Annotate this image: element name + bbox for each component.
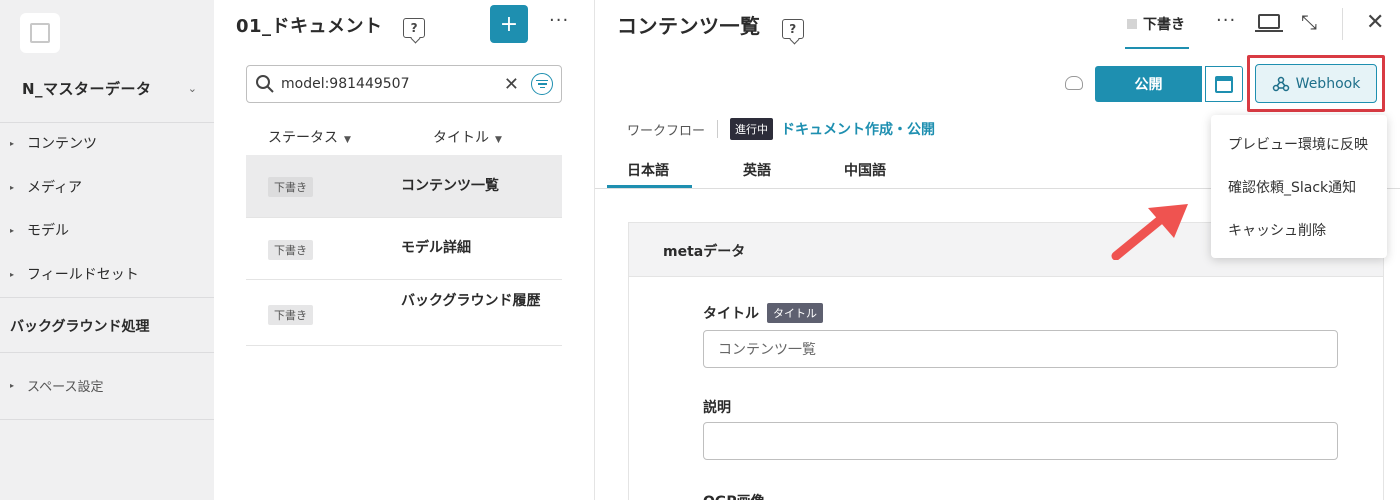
field-label: タイトル [703, 306, 759, 322]
menu-item-slack-notify[interactable]: 確認依頼_Slack通知 [1228, 177, 1356, 197]
chevron-down-icon: ⌄ [187, 81, 197, 95]
tab-japanese[interactable]: 日本語 [627, 160, 669, 180]
sort-down-icon: ▼ [495, 135, 502, 145]
expand-icon[interactable]: ⤡ [1301, 10, 1317, 34]
column-label: タイトル [433, 130, 489, 146]
row-title: バックグラウンド履歴 [401, 293, 541, 309]
divider [1342, 8, 1343, 40]
field-label: 説明 [703, 400, 731, 416]
annotation-arrow-icon [1111, 204, 1188, 260]
tab-chinese[interactable]: 中国語 [844, 160, 886, 180]
table-row[interactable]: 下書き モデル詳細 [246, 218, 562, 280]
more-options-icon[interactable]: ··· [1216, 10, 1236, 31]
divider [0, 352, 214, 353]
sidebar-item-background-processing[interactable]: バックグラウンド処理 [10, 316, 149, 336]
sidebar-item-label: スペース設定 [27, 379, 104, 395]
search-input[interactable]: model:981449507 ✕ [246, 65, 562, 103]
space-logo-icon[interactable] [20, 13, 60, 53]
sort-down-icon: ▼ [344, 135, 351, 145]
field-label: OGP画像 [703, 491, 765, 500]
sidebar-item-label: モデル [27, 223, 69, 239]
add-content-button[interactable]: + [490, 5, 528, 43]
sidebar-item-space-settings[interactable]: ▸ スペース設定 [10, 375, 103, 395]
divider [717, 120, 719, 138]
tab-english[interactable]: 英語 [743, 160, 771, 180]
list-title: 01_ドキュメント [236, 16, 383, 37]
main-title-row: コンテンツ一覧 ? [617, 10, 804, 39]
webhook-dropdown-menu: プレビュー環境に反映 確認依頼_Slack通知 キャッシュ削除 [1211, 115, 1387, 258]
preview-device-icon[interactable] [1258, 14, 1280, 29]
schedule-button[interactable] [1205, 66, 1243, 102]
tab-draft[interactable]: 下書き [1127, 14, 1185, 34]
field-label-description: 説明 [703, 397, 731, 417]
content-list-panel: 01_ドキュメント ? + ··· model:981449507 ✕ ステータ… [214, 0, 595, 500]
meta-data-card: metaデータ タイトル タイトル コンテンツ一覧 説明 OGP画像 [628, 222, 1384, 500]
table-row[interactable]: 下書き バックグラウンド履歴 [246, 280, 562, 346]
publish-button[interactable]: 公開 [1095, 66, 1202, 102]
workflow-link[interactable]: ドキュメント作成・公開 [781, 119, 935, 139]
page-title: コンテンツ一覧 [617, 14, 761, 38]
project-switcher[interactable]: N_マスターデータ ⌄ [22, 76, 197, 100]
description-field[interactable] [703, 422, 1338, 460]
filter-icon[interactable] [531, 73, 553, 95]
workflow-bar: ワークフロー 進行中 ドキュメント作成・公開 [627, 118, 935, 140]
menu-item-cache-clear[interactable]: キャッシュ削除 [1228, 220, 1326, 240]
row-title: モデル詳細 [401, 240, 471, 256]
list-title-row: 01_ドキュメント ? [236, 12, 426, 38]
column-label: ステータス [268, 130, 338, 146]
caret-right-icon: ▸ [10, 182, 15, 192]
tab-active-indicator [1125, 47, 1189, 49]
clear-icon[interactable]: ✕ [504, 74, 519, 95]
column-header-title[interactable]: タイトル ▼ [433, 127, 502, 147]
help-icon[interactable]: ? [403, 18, 426, 38]
status-badge: 下書き [268, 177, 313, 197]
sidebar-item-fieldset[interactable]: ▸ フィールドセット [10, 264, 139, 284]
close-icon[interactable]: ✕ [1366, 10, 1384, 35]
field-label-title: タイトル タイトル [703, 303, 823, 323]
card-title: metaデータ [663, 244, 746, 260]
preview-device-icon-base [1255, 30, 1283, 32]
menu-item-preview[interactable]: プレビュー環境に反映 [1228, 134, 1368, 154]
sidebar-item-model[interactable]: ▸ モデル [10, 220, 69, 240]
sidebar-item-label: メディア [27, 180, 83, 196]
tab-label: 下書き [1143, 17, 1185, 33]
sidebar-item-media[interactable]: ▸ メディア [10, 177, 82, 197]
title-field[interactable]: コンテンツ一覧 [703, 330, 1338, 368]
webhook-button[interactable]: Webhook [1255, 64, 1377, 103]
table-row[interactable]: 下書き コンテンツ一覧 [246, 155, 562, 218]
workflow-label: ワークフロー [627, 123, 706, 139]
caret-right-icon: ▸ [10, 138, 15, 148]
row-title: コンテンツ一覧 [401, 178, 499, 194]
search-icon [256, 75, 274, 93]
divider [0, 419, 214, 420]
workflow-status-badge: 進行中 [730, 118, 774, 140]
draft-status-icon [1127, 19, 1137, 29]
help-icon[interactable]: ? [781, 19, 804, 39]
cloud-sync-icon [1065, 76, 1083, 90]
sidebar-item-contents[interactable]: ▸ コンテンツ [10, 133, 97, 153]
caret-right-icon: ▸ [10, 380, 15, 390]
sidebar-item-label: コンテンツ [27, 136, 97, 152]
sidebar: N_マスターデータ ⌄ ▸ コンテンツ ▸ メディア ▸ モデル ▸ フィールド… [0, 0, 214, 500]
more-options-icon[interactable]: ··· [549, 10, 569, 31]
calendar-icon [1215, 75, 1233, 93]
column-header-status[interactable]: ステータス ▼ [268, 127, 351, 147]
status-badge: 下書き [268, 305, 313, 325]
status-badge: 下書き [268, 240, 313, 260]
field-type-badge: タイトル [767, 303, 823, 323]
caret-right-icon: ▸ [10, 225, 15, 235]
caret-right-icon: ▸ [10, 269, 15, 279]
webhook-button-label: Webhook [1295, 75, 1361, 92]
search-value: model:981449507 [281, 76, 410, 92]
field-label-ogp-image: OGP画像 [703, 491, 765, 500]
divider [0, 122, 214, 123]
project-name: N_マスターデータ [22, 79, 152, 98]
divider [0, 297, 214, 298]
webhook-icon [1272, 76, 1289, 91]
sidebar-item-label: フィールドセット [27, 267, 139, 283]
